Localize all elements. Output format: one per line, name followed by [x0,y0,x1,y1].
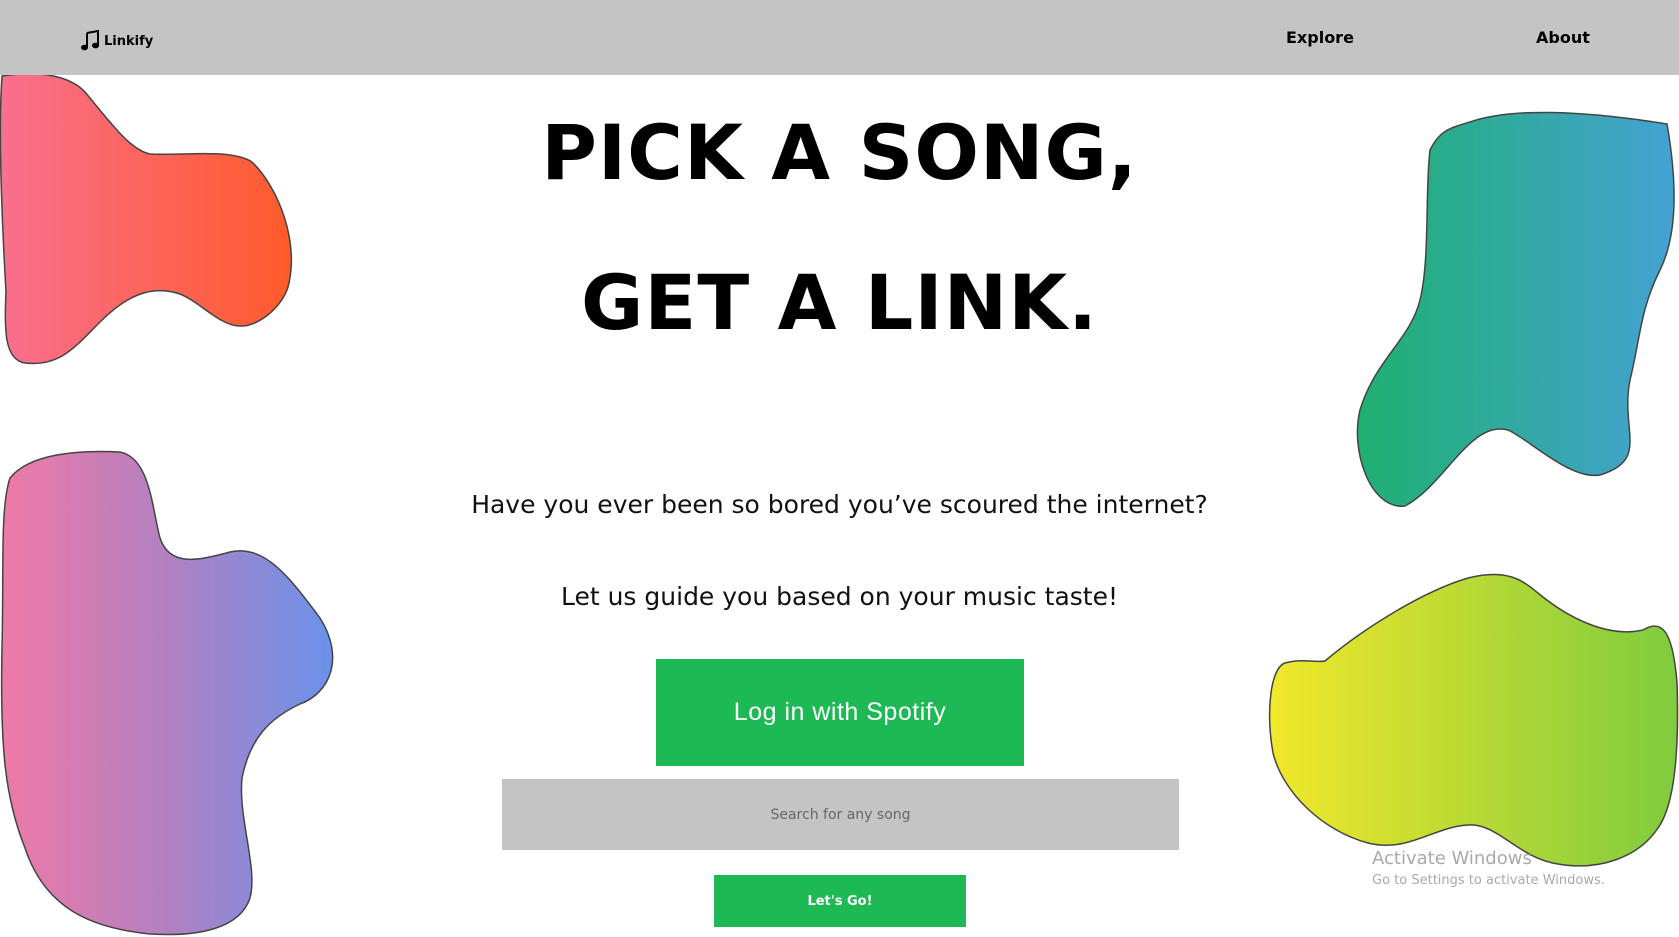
watermark-subtitle: Go to Settings to activate Windows. [1372,873,1605,888]
top-navigation-bar: Linkify Explore About [0,0,1679,75]
lets-go-button[interactable]: Let's Go! [714,875,966,927]
hero-subtitle-1: Have you ever been so bored you’ve scour… [471,490,1208,519]
hero-title-line-2: GET A LINK. [581,258,1098,347]
music-note-icon [81,30,99,51]
nav-explore-link[interactable]: Explore [1286,28,1354,47]
brand-name: Linkify [104,33,154,49]
song-search-input[interactable] [502,779,1179,850]
pink-purple-blob [0,448,340,937]
brand-logo[interactable]: Linkify [80,30,153,52]
landing-page: Linkify Explore About PICK A SONG, GET A… [0,0,1679,937]
hero-subtitle-2: Let us guide you based on your music tas… [560,582,1119,611]
nav-about-link[interactable]: About [1536,28,1590,47]
yellow-green-blob [1268,573,1679,873]
spotify-login-button[interactable]: Log in with Spotify [656,659,1024,766]
hero-title-line-1: PICK A SONG, [541,108,1138,197]
